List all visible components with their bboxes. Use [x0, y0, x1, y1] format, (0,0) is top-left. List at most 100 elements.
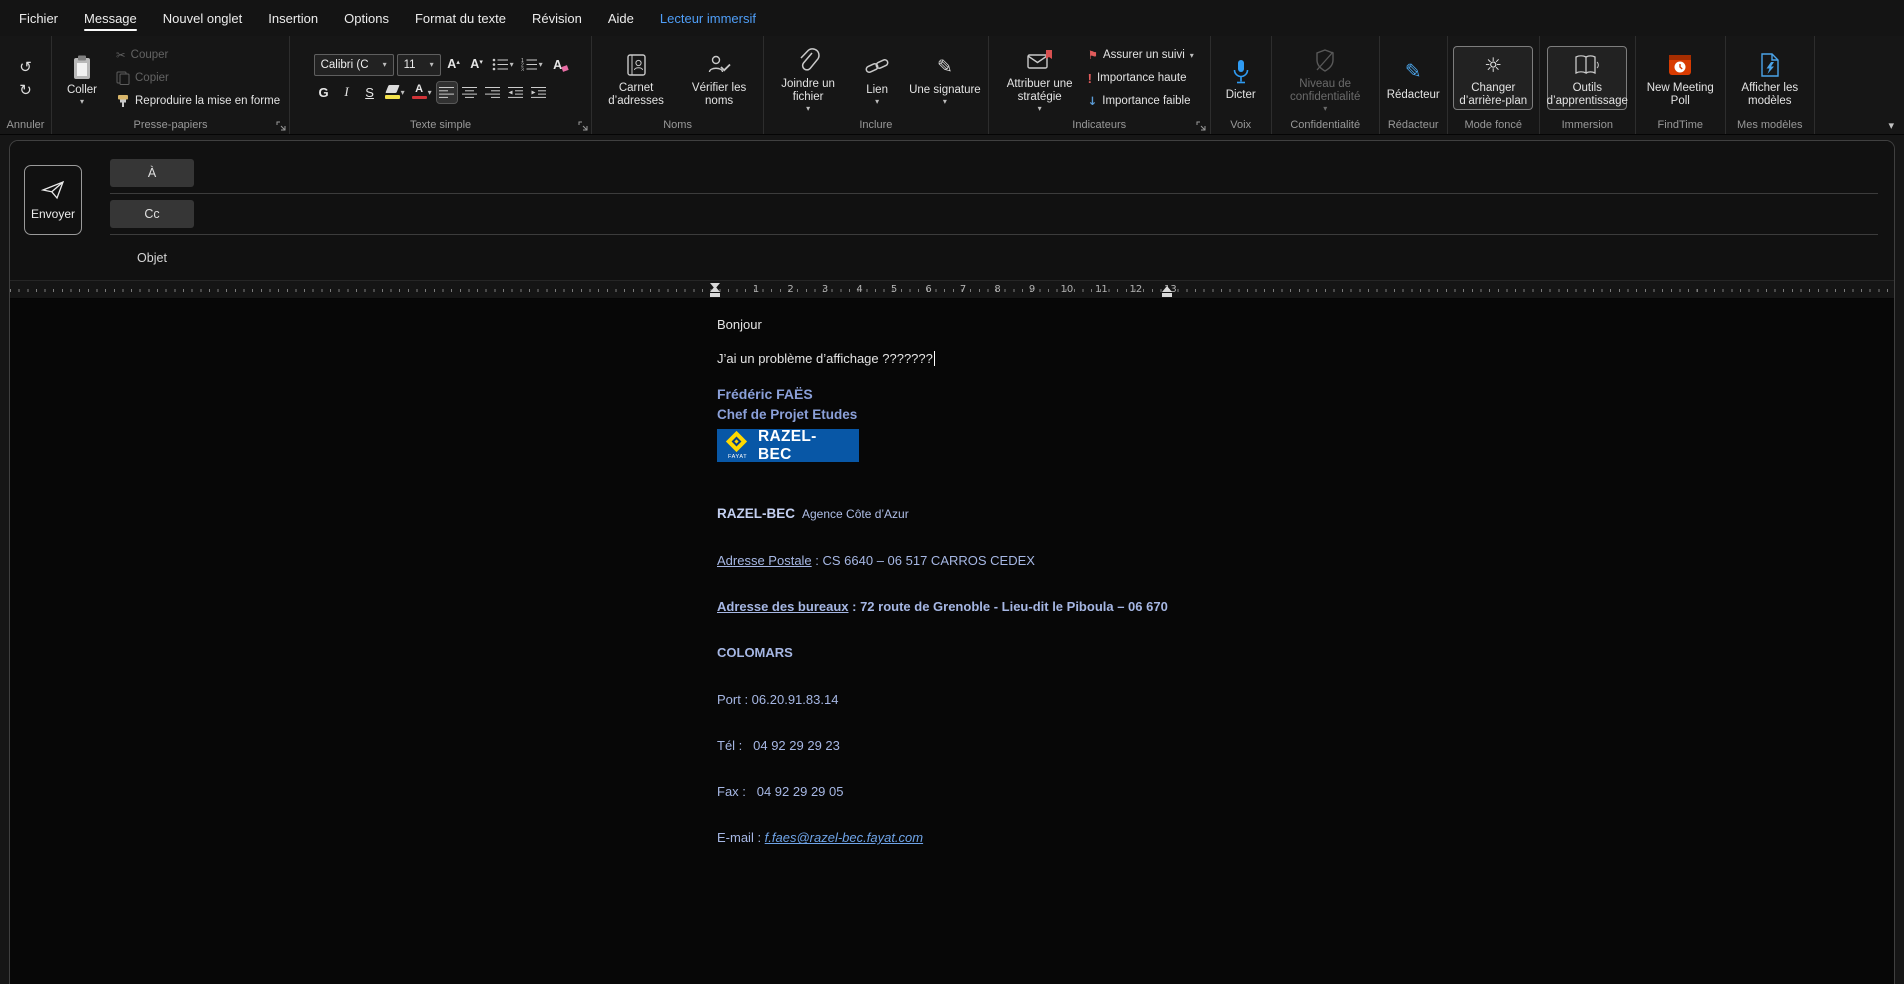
scissors-icon: ✂	[116, 48, 126, 62]
redo-button[interactable]: ↻	[14, 79, 38, 101]
cc-input[interactable]	[210, 194, 1878, 234]
sensitivity-button[interactable]: Niveau de confidentialité ▾	[1285, 43, 1365, 114]
low-importance-icon: ↓	[1087, 94, 1098, 108]
ruler-number: 10	[1060, 284, 1074, 295]
group-label-findtime: FindTime	[1657, 119, 1703, 131]
editor-button[interactable]: ✎ Rédacteur	[1384, 54, 1443, 103]
razel-bec-diamond-icon: FAYAT	[725, 430, 749, 460]
learning-tools-icon	[1573, 50, 1601, 80]
message-body[interactable]: Bonjour J’ai un problème d’affichage ???…	[10, 299, 1894, 984]
ruler[interactable]: 1 2 3 4 5 6 7 8 9 10 11 12 13	[10, 280, 1894, 299]
check-names-button[interactable]: Vérifier les noms	[679, 47, 759, 109]
right-indent-base[interactable]	[1162, 293, 1172, 297]
assign-policy-button[interactable]: Attribuer une stratégie ▾	[1000, 43, 1080, 114]
dialog-launcher-icon[interactable]	[1196, 120, 1207, 131]
shrink-font-button[interactable]: A ▾	[467, 54, 487, 75]
address-book-button[interactable]: Carnet d’adresses	[596, 47, 676, 109]
low-importance-button[interactable]: ↓ Importance faible	[1083, 91, 1196, 111]
ruler-number: 9	[1028, 284, 1036, 295]
align-center-button[interactable]	[460, 82, 480, 103]
font-family-value: Calibri (C	[320, 58, 369, 71]
compose-window: Envoyer À Cc Objet 1 2 3 4 5 6 7 8 9 10 11 12 13	[9, 140, 1895, 984]
bold-button[interactable]: G	[314, 82, 334, 103]
menu-aide[interactable]: Aide	[595, 0, 647, 36]
view-templates-button[interactable]: Afficher les modèles	[1730, 47, 1810, 109]
paste-button[interactable]: Coller ▾	[56, 49, 108, 107]
high-importance-button[interactable]: ! Importance haute	[1083, 68, 1192, 88]
to-row: À	[110, 153, 1878, 194]
link-label: Lien	[866, 84, 888, 96]
ribbon-group-mode-fonce: ☼ Changer d’arrière-plan Mode foncé	[1448, 36, 1540, 134]
clear-formatting-button[interactable]: A	[548, 54, 568, 75]
switch-background-button[interactable]: ☼ Changer d’arrière-plan	[1453, 46, 1534, 110]
font-color-button[interactable]: A ▾	[410, 82, 434, 103]
copy-button[interactable]: Copier	[111, 68, 174, 88]
menu-message[interactable]: Message	[71, 0, 150, 36]
format-painter-icon	[116, 94, 130, 108]
new-meeting-poll-label: New Meeting Poll	[1646, 82, 1714, 107]
right-indent-marker[interactable]	[1162, 286, 1172, 292]
menu-revision[interactable]: Révision	[519, 0, 595, 36]
menu-fichier[interactable]: Fichier	[6, 0, 71, 36]
link-button[interactable]: Lien ▾	[851, 49, 903, 107]
ruler-numbers: 1 2 3 4 5 6 7 8 9 10 11 12 13	[10, 281, 1894, 298]
hanging-indent-marker[interactable]	[710, 286, 720, 292]
send-button[interactable]: Envoyer	[24, 165, 82, 235]
subject-input[interactable]	[210, 235, 1878, 280]
ruler-number: 2	[787, 284, 794, 295]
learning-tools-label: Outils d’apprentissage	[1546, 82, 1628, 107]
highlight-button[interactable]: ▾	[383, 82, 407, 103]
ruler-number: 4	[856, 284, 863, 295]
decrease-indent-icon	[508, 86, 524, 99]
italic-button[interactable]: I	[337, 82, 357, 103]
dialog-launcher-icon[interactable]	[577, 120, 588, 131]
phone-line: Tél : 04 92 29 29 23	[717, 737, 840, 753]
ruler-number: 12	[1129, 284, 1143, 295]
undo-button[interactable]: ↺	[14, 56, 38, 78]
to-input[interactable]	[210, 153, 1878, 193]
font-size-select[interactable]: 11 ▾	[396, 53, 441, 76]
attach-file-label: Joindre un fichier	[781, 77, 835, 103]
decrease-indent-button[interactable]	[506, 82, 526, 103]
email-link[interactable]: f.faes@razel-bec.fayat.com	[765, 830, 923, 845]
signature-name: Frédéric FAËS	[717, 386, 813, 402]
learning-tools-button[interactable]: Outils d’apprentissage	[1546, 46, 1628, 110]
compose-header: Envoyer À Cc Objet	[10, 141, 1894, 280]
bullets-button[interactable]: ▾	[490, 54, 516, 75]
menu-nouvel-onglet[interactable]: Nouvel onglet	[150, 0, 256, 36]
format-painter-button[interactable]: Reproduire la mise en forme	[111, 91, 285, 111]
menu-lecteur-immersif[interactable]: Lecteur immersif	[647, 0, 769, 36]
ribbon-group-presse-papiers: Coller ▾ ✂ Couper Copier Reproduire la m…	[52, 36, 291, 134]
ribbon-group-inclure: Joindre un fichier ▾ Lien ▾ ✎ Une signat…	[764, 36, 989, 134]
dialog-launcher-icon[interactable]	[275, 120, 286, 131]
menu-format-du-texte[interactable]: Format du texte	[402, 0, 519, 36]
new-meeting-poll-button[interactable]: New Meeting Poll	[1640, 47, 1720, 109]
group-label-annuler: Annuler	[6, 119, 45, 131]
font-family-select[interactable]: Calibri (C ▾	[313, 53, 394, 76]
increase-indent-button[interactable]	[529, 82, 549, 103]
to-button[interactable]: À	[110, 159, 194, 187]
numbering-button[interactable]: 123 ▾	[519, 54, 545, 75]
paperclip-icon	[796, 46, 820, 76]
menu-insertion[interactable]: Insertion	[255, 0, 331, 36]
follow-up-button[interactable]: ⚑ Assurer un suivi ▾	[1083, 45, 1199, 65]
dictate-button[interactable]: Dicter	[1215, 54, 1267, 103]
align-right-button[interactable]	[483, 82, 503, 103]
attach-file-button[interactable]: Joindre un fichier ▾	[768, 43, 848, 114]
underline-button[interactable]: S	[360, 82, 380, 103]
collapse-ribbon-button[interactable]: ▾	[1888, 119, 1894, 132]
dictate-label: Dicter	[1225, 88, 1256, 101]
left-indent-marker[interactable]	[710, 293, 720, 297]
group-label-voix: Voix	[1230, 119, 1252, 131]
increase-indent-icon	[531, 86, 547, 99]
grow-font-button[interactable]: A ▴	[444, 54, 464, 75]
cut-button[interactable]: ✂ Couper	[111, 45, 173, 65]
view-templates-label: Afficher les modèles	[1741, 82, 1799, 107]
align-left-button[interactable]	[435, 80, 458, 104]
signature-button[interactable]: ✎ Une signature ▾	[906, 49, 984, 107]
cc-button[interactable]: Cc	[110, 200, 194, 228]
menu-options[interactable]: Options	[331, 0, 402, 36]
postal-address-line: Adresse Postale : CS 6640 – 06 517 CARRO…	[717, 553, 1035, 569]
group-label-indicateurs: Indicateurs	[1072, 119, 1127, 131]
group-label-mode-fonce: Mode foncé	[1464, 119, 1522, 131]
